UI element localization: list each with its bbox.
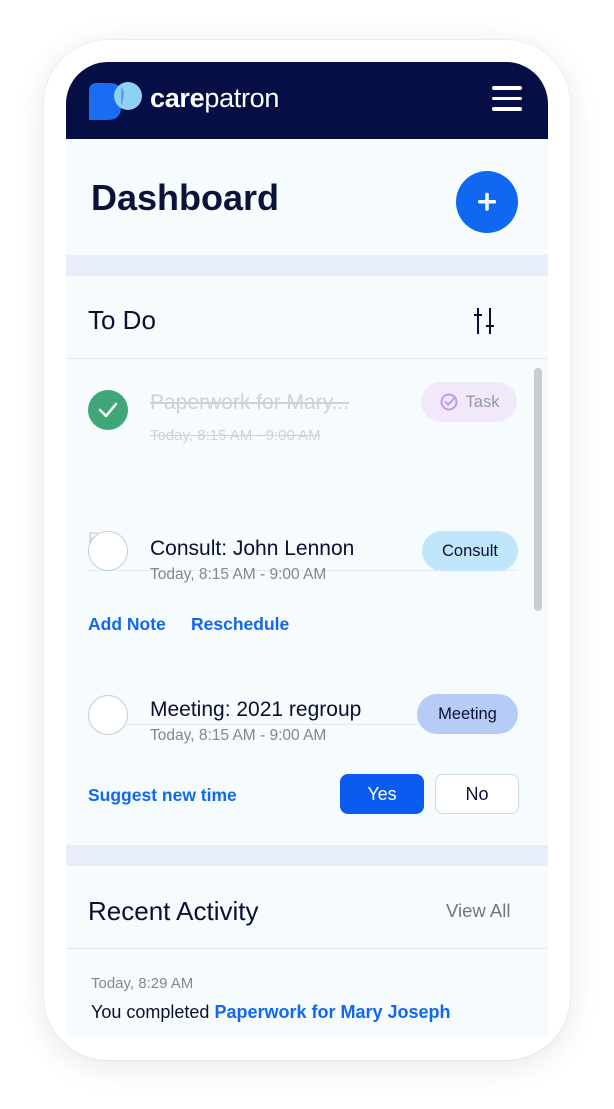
brand-name: carepatron bbox=[150, 83, 280, 113]
todo-title: To Do bbox=[88, 305, 156, 335]
todo-item-title: Meeting: 2021 regroup bbox=[150, 698, 362, 721]
yes-button[interactable]: Yes bbox=[340, 774, 424, 814]
meeting-tag: Meeting bbox=[417, 694, 518, 734]
page-title: Dashboard bbox=[91, 177, 280, 218]
sliders-icon[interactable] bbox=[471, 306, 497, 336]
todo-item-time: Today, 8:15 AM - 9:00 AM bbox=[150, 427, 321, 444]
scrollbar[interactable] bbox=[534, 368, 542, 611]
divider bbox=[66, 358, 548, 359]
app-screen: carepatron Dashboard To Do Paperwork for… bbox=[66, 62, 548, 1036]
todo-card: To Do Paperwork for Mary... Today, 8:15 … bbox=[66, 276, 548, 845]
todo-item-time: Today, 8:15 AM - 9:00 AM bbox=[150, 566, 327, 583]
meeting-checkbox[interactable] bbox=[88, 695, 128, 735]
activity-entry: You completed Paperwork for Mary Joseph bbox=[91, 1002, 451, 1023]
todo-item-time: Today, 8:15 AM - 9:00 AM bbox=[150, 727, 327, 744]
check-circle-icon bbox=[440, 393, 458, 411]
view-all-link[interactable]: View All bbox=[446, 900, 510, 922]
carepatron-logo-icon bbox=[89, 82, 142, 120]
plus-icon bbox=[478, 192, 496, 211]
task-complete-checkbox[interactable] bbox=[88, 390, 128, 430]
activity-item-link[interactable]: Paperwork for Mary Joseph bbox=[214, 1002, 450, 1022]
divider bbox=[66, 948, 548, 949]
section-spacer bbox=[66, 845, 548, 866]
checkmark-icon bbox=[98, 402, 118, 418]
top-navbar: carepatron bbox=[66, 62, 548, 139]
add-button[interactable] bbox=[456, 171, 518, 233]
consult-checkbox[interactable] bbox=[88, 531, 128, 571]
activity-time: Today, 8:29 AM bbox=[91, 975, 194, 992]
add-note-link[interactable]: Add Note bbox=[88, 614, 166, 635]
section-spacer bbox=[66, 255, 548, 276]
consult-tag: Consult bbox=[422, 531, 518, 571]
suggest-new-time-link[interactable]: Suggest new time bbox=[88, 785, 237, 806]
recent-activity-card: Recent Activity View All Today, 8:29 AM … bbox=[66, 866, 548, 1036]
todo-item-title: Consult: John Lennon bbox=[150, 537, 355, 560]
todo-item-title: Paperwork for Mary... bbox=[150, 391, 350, 414]
dashboard-header: Dashboard bbox=[66, 139, 548, 255]
task-tag: Task bbox=[421, 382, 517, 422]
reschedule-link[interactable]: Reschedule bbox=[191, 614, 289, 635]
no-button[interactable]: No bbox=[435, 774, 519, 814]
activity-text: You completed bbox=[91, 1002, 210, 1022]
recent-activity-title: Recent Activity bbox=[88, 896, 259, 926]
hamburger-menu-icon[interactable] bbox=[492, 86, 522, 112]
